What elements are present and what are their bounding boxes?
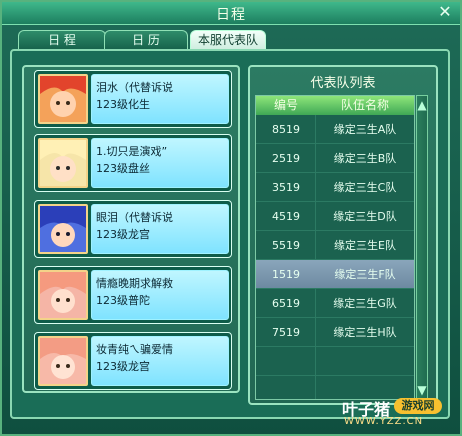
member-card-2[interactable]: 1.切只是演戏” 123级盘丝 — [34, 134, 232, 192]
team-name: 缘定三生D队 — [333, 210, 397, 223]
member-level: 123级龙宫 — [96, 360, 150, 373]
member-info: 情瘾晚期求解救 123级普陀 — [91, 270, 229, 320]
member-level: 123级盘丝 — [96, 162, 150, 175]
team-name: 缘定三生E队 — [334, 239, 396, 252]
scroll-up-icon[interactable]: ▲ — [417, 98, 427, 112]
table-row-empty — [256, 347, 414, 376]
team-id: 4519 — [272, 210, 300, 223]
member-card-3[interactable]: 眼泪（代替诉说 123级龙宫 — [34, 200, 232, 258]
team-list-title: 代表队列表 — [310, 76, 376, 91]
member-name: 1.切只是演戏” — [96, 145, 168, 158]
member-level: 123级化生 — [96, 98, 150, 111]
table-header: 编号 队伍名称 — [256, 96, 414, 115]
team-table: 编号 队伍名称 8519 缘定三生A队 2519 缘定三生B队 3519 缘定三… — [255, 95, 415, 400]
team-id: 2519 — [272, 152, 300, 165]
member-name: 情瘾晚期求解救 — [96, 277, 173, 290]
team-id: 3519 — [272, 181, 300, 194]
table-row[interactable]: 4519 缘定三生D队 — [256, 202, 414, 231]
blonde-girl-avatar-icon — [38, 138, 88, 188]
table-row[interactable]: 7519 缘定三生H队 — [256, 318, 414, 347]
team-id: 8519 — [272, 123, 300, 136]
header-team-name: 队伍名称 — [340, 98, 389, 112]
team-list-scrollbar[interactable]: ▲ ▼ — [416, 95, 428, 400]
table-row-selected[interactable]: 1519 缘定三生F队 — [256, 260, 414, 289]
team-name: 缘定三生H队 — [333, 326, 397, 339]
member-card-1[interactable]: 泪水（代替诉说 123级化生 — [34, 70, 232, 128]
member-name: 眼泪（代替诉说 — [96, 211, 173, 224]
tab-calendar[interactable]: 日 历 — [104, 30, 188, 49]
tab-schedule[interactable]: 日 程 — [18, 30, 106, 49]
member-info: 妆青纯ㄟ骗爱情 123级龙宫 — [91, 336, 229, 386]
header-id: 编号 — [273, 98, 298, 112]
site-watermark: 叶子猪 游戏网 WWW.YZZ.CN — [342, 396, 460, 432]
window-titlebar: 日程 ✕ — [2, 2, 460, 25]
member-info: 1.切只是演戏” 123级盘丝 — [91, 138, 229, 188]
team-id: 6519 — [272, 297, 300, 310]
watermark-url: WWW.YZZ.CN — [344, 416, 424, 427]
team-name: 缘定三生A队 — [333, 123, 397, 136]
member-level: 123级龙宫 — [96, 228, 150, 241]
pink-hair-girl-avatar-icon — [38, 270, 88, 320]
team-id: 5519 — [272, 239, 300, 252]
close-icon[interactable]: ✕ — [436, 3, 454, 21]
team-name: 缘定三生G队 — [333, 297, 397, 310]
table-row[interactable]: 2519 缘定三生B队 — [256, 144, 414, 173]
blue-hair-girl-avatar-icon — [38, 204, 88, 254]
member-card-5[interactable]: 妆青纯ㄟ骗爱情 123级龙宫 — [34, 332, 232, 390]
table-row[interactable]: 8519 缘定三生A队 — [256, 115, 414, 144]
table-row[interactable]: 5519 缘定三生E队 — [256, 231, 414, 260]
team-name: 缘定三生C队 — [333, 181, 397, 194]
table-row[interactable]: 6519 缘定三生G队 — [256, 289, 414, 318]
team-id: 1519 — [272, 268, 300, 281]
member-name: 妆青纯ㄟ骗爱情 — [96, 343, 173, 356]
scroll-down-icon[interactable]: ▼ — [417, 383, 427, 397]
watermark-badge: 游戏网 — [394, 398, 442, 414]
tab-server-team[interactable]: 本服代表队 — [190, 30, 266, 49]
member-card-4[interactable]: 情瘾晚期求解救 123级普陀 — [34, 266, 232, 324]
table-row[interactable]: 3519 缘定三生C队 — [256, 173, 414, 202]
team-id: 7519 — [272, 326, 300, 339]
team-name: 缘定三生F队 — [334, 268, 396, 281]
team-name: 缘定三生B队 — [333, 152, 397, 165]
pink-hair-girl-avatar-icon — [38, 336, 88, 386]
member-info: 泪水（代替诉说 123级化生 — [91, 74, 229, 124]
red-hair-boy-avatar-icon — [38, 74, 88, 124]
member-name: 泪水（代替诉说 — [96, 81, 173, 94]
member-info: 眼泪（代替诉说 123级龙宫 — [91, 204, 229, 254]
member-level: 123级普陀 — [96, 294, 150, 307]
window-title: 日程 — [216, 7, 246, 23]
